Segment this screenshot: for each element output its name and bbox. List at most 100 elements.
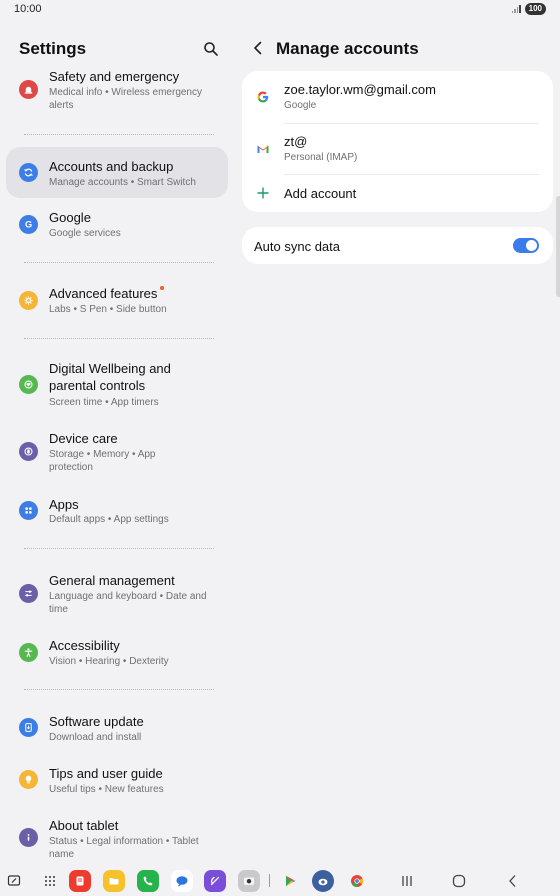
- galaxy-store-icon[interactable]: [204, 870, 226, 892]
- item-subtitle: Labs • S Pen • Side button: [49, 304, 167, 315]
- edit-screen-icon: [7, 875, 21, 886]
- google-logo-icon: [256, 90, 270, 104]
- bixby-icon[interactable]: [312, 870, 334, 892]
- item-title: Apps: [49, 497, 79, 512]
- item-title: Google: [49, 210, 91, 225]
- play-store-icon[interactable]: [279, 870, 301, 892]
- lightbulb-icon: [19, 770, 38, 789]
- item-subtitle: Download and install: [49, 732, 142, 743]
- settings-item-google[interactable]: G Google Google services: [6, 204, 228, 248]
- item-subtitle: Vision • Hearing • Dexterity: [49, 656, 169, 667]
- item-subtitle: Default apps • App settings: [49, 514, 169, 525]
- chrome-icon[interactable]: [346, 870, 368, 892]
- settings-item-accounts-backup[interactable]: Accounts and backup Manage accounts • Sm…: [6, 147, 228, 198]
- taskbar-divider: [269, 874, 270, 887]
- status-bar: 10:00 100: [0, 0, 560, 18]
- settings-item-advanced-features[interactable]: Advanced features Labs • S Pen • Side bu…: [6, 280, 228, 324]
- item-subtitle: Language and keyboard • Date and time: [49, 591, 207, 615]
- camera-icon[interactable]: [238, 870, 260, 892]
- puzzle-gear-icon: [19, 291, 38, 310]
- item-title: About tablet: [49, 818, 119, 833]
- software-update-icon: [19, 718, 38, 737]
- gmail-logo-icon: [256, 142, 270, 156]
- device-care-icon: [19, 442, 38, 461]
- item-subtitle: Medical info • Wireless emergency alerts: [49, 87, 202, 111]
- accessibility-person-icon: [19, 643, 38, 662]
- item-title: Advanced features: [49, 286, 158, 301]
- home-button[interactable]: [449, 871, 469, 891]
- account-row-imap[interactable]: zt@ Personal (IMAP): [242, 124, 553, 175]
- account-name: zt@: [284, 134, 308, 149]
- page-title: Manage accounts: [276, 39, 419, 58]
- recents-icon: [402, 876, 412, 886]
- settings-item-accessibility[interactable]: Accessibility Vision • Hearing • Dexteri…: [6, 632, 228, 676]
- item-subtitle: Screen time • App timers: [49, 397, 159, 408]
- status-indicators: 100: [511, 3, 546, 15]
- accounts-card: zoe.taylor.wm@gmail.com Google zt@ Perso…: [242, 71, 553, 212]
- sync-icon: [19, 163, 38, 182]
- siren-icon: [19, 80, 38, 99]
- settings-title: Settings: [19, 39, 87, 58]
- item-title: Device care: [49, 431, 118, 446]
- svg-text:G: G: [25, 220, 32, 230]
- settings-item-about-tablet[interactable]: About tablet Status • Legal information …: [6, 812, 228, 864]
- messages-icon[interactable]: [171, 870, 193, 892]
- search-icon[interactable]: [203, 41, 219, 57]
- divider: [24, 548, 214, 549]
- my-files-icon[interactable]: [103, 870, 125, 892]
- status-time: 10:00: [14, 3, 42, 15]
- phone-icon[interactable]: [137, 870, 159, 892]
- item-title: Safety and emergency: [49, 69, 180, 84]
- apps-grid-icon: [19, 501, 38, 520]
- taskbar: [0, 864, 560, 896]
- settings-item-general-management[interactable]: General management Language and keyboard…: [6, 568, 228, 618]
- chevron-left-icon: [254, 41, 262, 55]
- divider: [24, 689, 214, 690]
- edge-panel-handle[interactable]: [556, 196, 560, 297]
- back-arrow-icon: [509, 875, 516, 887]
- item-title: Accessibility: [49, 638, 120, 653]
- account-row-google[interactable]: zoe.taylor.wm@gmail.com Google: [242, 71, 553, 123]
- auto-sync-row[interactable]: Auto sync data: [242, 227, 553, 264]
- auto-sync-toggle[interactable]: [513, 238, 539, 253]
- app-drawer-button[interactable]: [39, 870, 61, 892]
- settings-item-tips-user-guide[interactable]: Tips and user guide Useful tips • New fe…: [6, 760, 228, 804]
- auto-sync-label: Auto sync data: [254, 239, 340, 254]
- item-title: Accounts and backup: [49, 159, 174, 174]
- item-subtitle: Storage • Memory • App protection: [49, 449, 156, 473]
- app-grid-icon: [45, 876, 55, 886]
- item-subtitle: Status • Legal information • Tablet name: [49, 836, 199, 860]
- sliders-icon: [19, 584, 38, 603]
- screenshot-tool-button[interactable]: [3, 870, 25, 892]
- divider: [24, 338, 214, 339]
- settings-item-safety-emergency[interactable]: Safety and emergency Medical info • Wire…: [6, 62, 228, 118]
- item-title: General management: [49, 573, 175, 588]
- item-subtitle: Manage accounts • Smart Switch: [49, 177, 196, 188]
- settings-item-device-care[interactable]: Device care Storage • Memory • App prote…: [6, 426, 228, 476]
- item-subtitle: Useful tips • New features: [49, 784, 164, 795]
- account-type: Personal (IMAP): [284, 152, 358, 163]
- back-button[interactable]: [250, 40, 266, 56]
- settings-item-software-update[interactable]: Software update Download and install: [6, 708, 228, 752]
- info-icon: [19, 828, 38, 847]
- google-g-icon: G: [19, 215, 38, 234]
- settings-item-digital-wellbeing[interactable]: Digital Wellbeing and parental controls …: [6, 358, 228, 414]
- add-account-label: Add account: [284, 186, 357, 201]
- home-icon: [452, 874, 466, 888]
- battery-icon: 100: [524, 3, 546, 15]
- divider: [24, 262, 214, 263]
- plus-icon: [256, 186, 270, 200]
- signal-icon: [511, 5, 521, 13]
- samsung-notes-icon[interactable]: [69, 870, 91, 892]
- wellbeing-heart-icon: [19, 375, 38, 394]
- item-title: Software update: [49, 714, 144, 729]
- account-type: Google: [284, 100, 317, 111]
- settings-item-apps[interactable]: Apps Default apps • App settings: [6, 492, 228, 536]
- add-account-button[interactable]: Add account: [242, 175, 553, 212]
- recent-apps-button[interactable]: [397, 871, 417, 891]
- item-title: Tips and user guide: [49, 766, 163, 781]
- back-nav-button[interactable]: [503, 871, 523, 891]
- new-badge: [160, 286, 164, 290]
- item-subtitle: Google services: [49, 228, 121, 239]
- account-email: zoe.taylor.wm@gmail.com: [284, 82, 436, 97]
